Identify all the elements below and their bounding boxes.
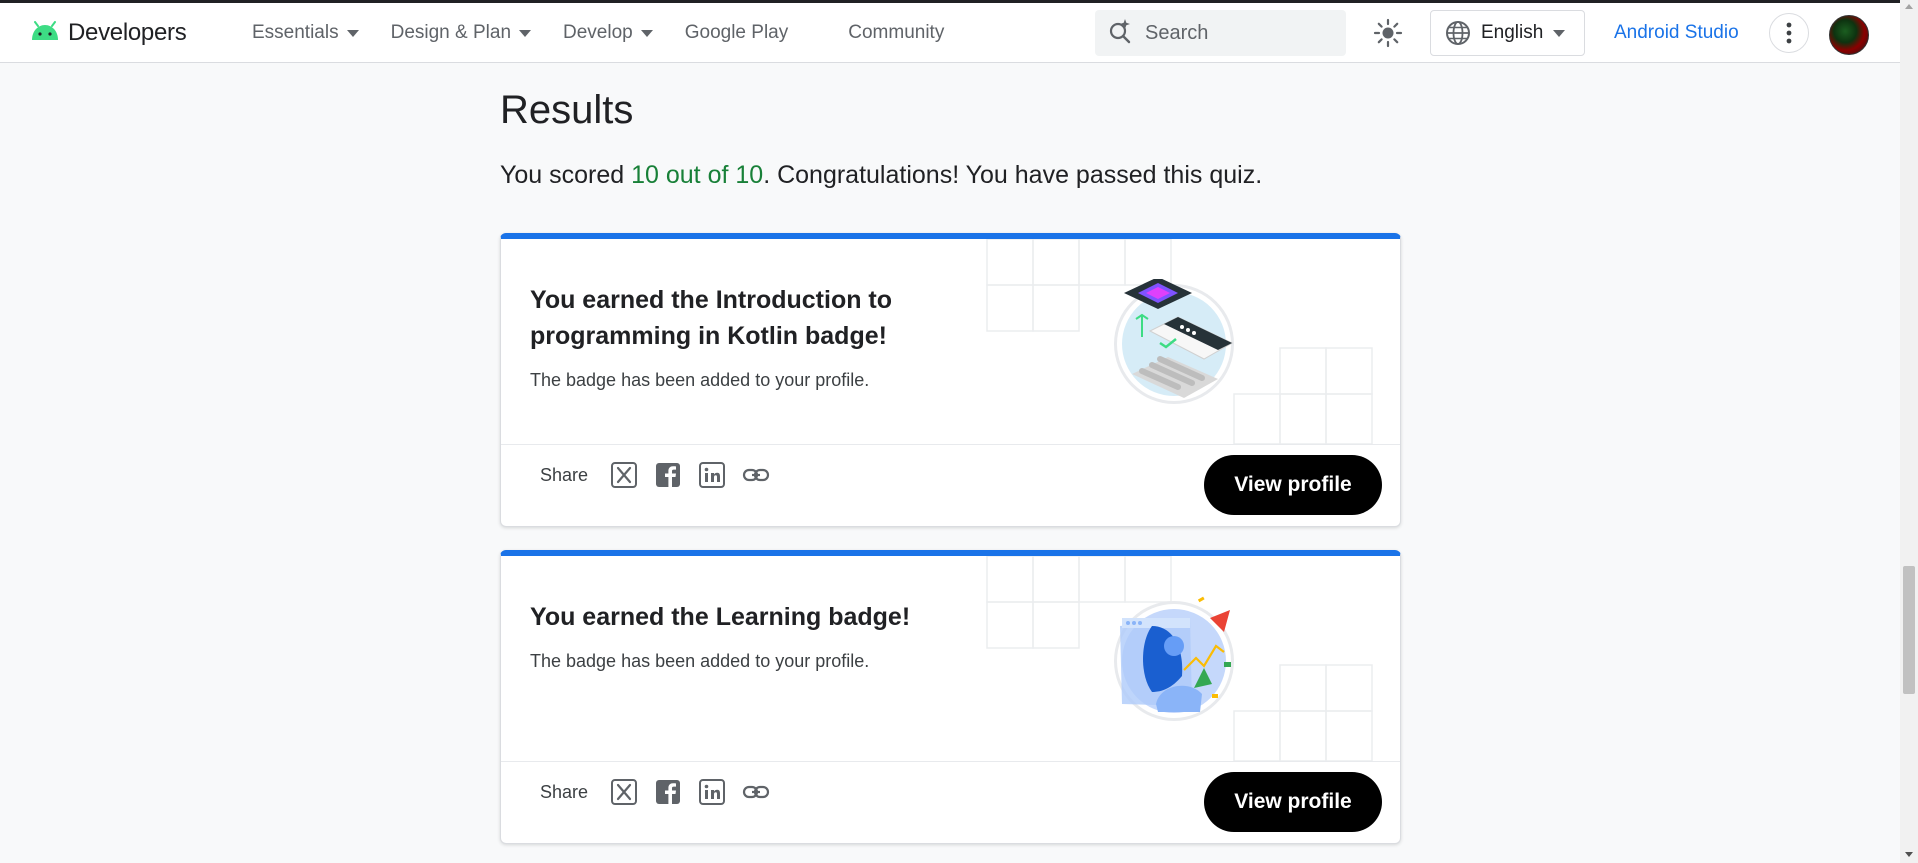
more-options-button[interactable]: [1769, 13, 1809, 53]
score-suffix: . Congratulations! You have passed this …: [763, 161, 1263, 189]
android-head-icon: [30, 20, 60, 46]
card-divider: [501, 761, 1400, 762]
headline-suffix: badge!: [821, 603, 911, 631]
scroll-thumb[interactable]: [1903, 566, 1915, 694]
card-headline: You earned the Learning badge!: [530, 599, 930, 635]
caret-down-icon: [640, 29, 653, 37]
share-row: Share: [540, 778, 786, 806]
top-navigation-bar: Developers Essentials Design & Plan Deve…: [0, 0, 1900, 63]
avatar[interactable]: [1829, 15, 1869, 55]
scroll-down-arrow-icon[interactable]: [1905, 852, 1913, 857]
nav-label: Essentials: [252, 22, 339, 43]
learning-badge-illustration: [1114, 596, 1234, 721]
nav-community[interactable]: Community: [848, 22, 944, 44]
main-nav: Essentials Design & Plan Develop Google …: [252, 3, 1004, 63]
card-subtitle: The badge has been added to your profile…: [530, 370, 870, 390]
view-profile-button[interactable]: View profile: [1204, 772, 1382, 832]
linkedin-icon[interactable]: [698, 461, 726, 489]
share-label: Share: [540, 781, 589, 802]
badge-card: You earned the Introduction to programmi…: [500, 233, 1401, 527]
globe-icon: [1446, 21, 1470, 45]
kotlin-badge-illustration: [1114, 279, 1234, 404]
language-selector[interactable]: English: [1430, 10, 1585, 56]
facebook-icon[interactable]: [654, 461, 682, 489]
link-icon[interactable]: [742, 778, 770, 806]
headline-suffix: badge!: [798, 322, 887, 350]
sun-icon: [1373, 18, 1403, 48]
x-twitter-icon[interactable]: [610, 778, 638, 806]
card-text: You earned the Learning badge! The badge…: [530, 599, 930, 672]
card-headline: You earned the Introduction to programmi…: [530, 282, 930, 354]
nav-label: Develop: [563, 22, 633, 43]
link-icon[interactable]: [742, 461, 770, 489]
x-twitter-icon[interactable]: [610, 461, 638, 489]
developers-logo[interactable]: Developers: [30, 19, 187, 47]
card-subtitle: The badge has been added to your profile…: [530, 651, 870, 671]
nav-label: Community: [848, 22, 945, 43]
card-divider: [501, 444, 1400, 445]
nav-label: Design & Plan: [390, 22, 512, 43]
badge-card: You earned the Learning badge! The badge…: [500, 550, 1401, 844]
linkedin-icon[interactable]: [698, 778, 726, 806]
page-scrollbar[interactable]: [1900, 0, 1918, 863]
view-profile-button[interactable]: View profile: [1204, 455, 1382, 515]
score-summary: You scored 10 out of 10. Congratulations…: [500, 161, 1262, 190]
badge-name: Learning: [715, 603, 822, 631]
headline-prefix: You earned the: [530, 603, 716, 631]
scroll-up-arrow-icon[interactable]: [1905, 4, 1913, 9]
language-label: English: [1481, 22, 1544, 43]
share-label: Share: [540, 464, 589, 485]
more-vert-icon: [1786, 22, 1792, 44]
nav-develop[interactable]: Develop: [563, 22, 653, 44]
card-text: You earned the Introduction to programmi…: [530, 282, 930, 391]
caret-down-icon: [346, 29, 359, 37]
share-row: Share: [540, 461, 786, 489]
android-studio-link[interactable]: Android Studio: [1614, 22, 1739, 44]
nav-design-plan[interactable]: Design & Plan: [390, 22, 532, 44]
score-value: 10 out of 10: [631, 161, 764, 189]
facebook-icon[interactable]: [654, 778, 682, 806]
search-input[interactable]: Search: [1095, 10, 1346, 56]
search-placeholder: Search: [1145, 21, 1209, 44]
brand-name: Developers: [68, 19, 187, 46]
nav-label: Google Play: [684, 22, 789, 43]
headline-prefix: You earned the: [530, 286, 716, 314]
nav-essentials[interactable]: Essentials: [252, 22, 359, 44]
score-prefix: You scored: [500, 161, 632, 189]
caret-down-icon: [1553, 29, 1566, 37]
page-title: Results: [500, 88, 634, 132]
search-spark-icon: [1107, 18, 1133, 49]
caret-down-icon: [519, 29, 532, 37]
nav-google-play[interactable]: Google Play: [685, 22, 789, 44]
theme-toggle-button[interactable]: [1372, 17, 1404, 49]
